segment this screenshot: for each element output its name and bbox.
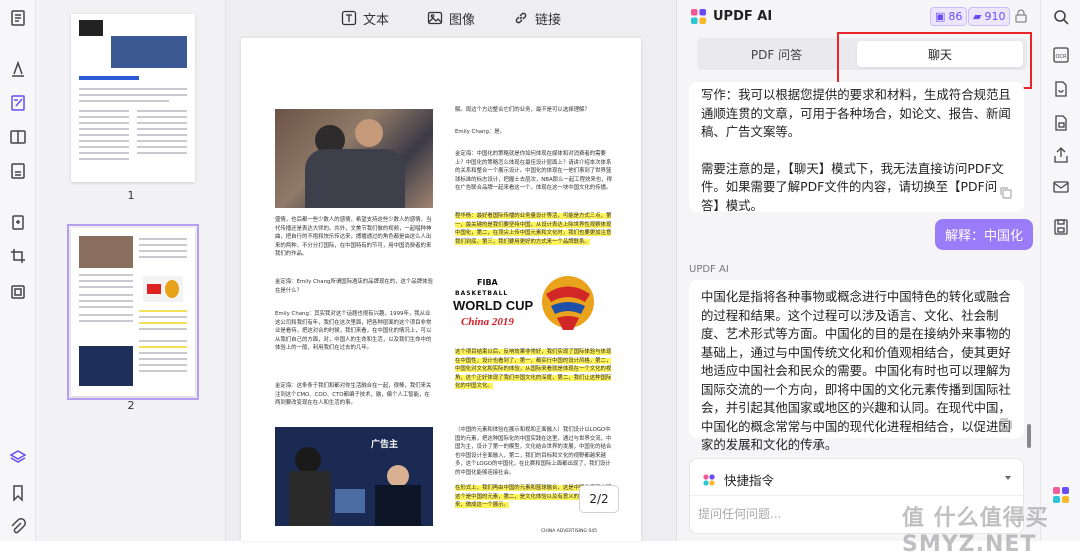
doc-para-b-text: 程华杨：最好看国际传播的业务量设计等活，可能是方式三点，第一，最关键的是我们要坚… bbox=[455, 213, 612, 245]
convert-icon[interactable] bbox=[7, 212, 29, 234]
svg-text:OCR: OCR bbox=[1056, 54, 1067, 60]
thumb-page-number-2: 2 bbox=[127, 399, 135, 412]
doc-para-d: Emily Chang：其实我对这个话题也很有兴趣，1999年，我从业这公司和我… bbox=[275, 311, 432, 352]
search-icon[interactable] bbox=[1052, 8, 1070, 26]
edit-toolbar: 文本 图像 链接 bbox=[226, 0, 676, 36]
link-tool-label: 链接 bbox=[535, 12, 562, 28]
image-tool-label: 图像 bbox=[448, 12, 475, 28]
user-message: 解释：中国化 bbox=[935, 219, 1034, 250]
ai-panel: UPDF AI ▣ 86 ▰ 910 PDF 问答 聊天 写作：我可以根据您提供… bbox=[676, 0, 1040, 541]
edit-pdf-icon[interactable] bbox=[7, 92, 29, 114]
fiba-world-cup-logo: FIBA BASKETBALL WORLD CUP China 2019 bbox=[453, 278, 543, 338]
doc-speaker-2: 金定海：Emily Chang所谓国际酒店的品牌现在的，这个品牌体验在是什么？ bbox=[275, 279, 433, 294]
save-icon[interactable] bbox=[1052, 218, 1070, 236]
stage-sign: 广告主 bbox=[371, 440, 399, 450]
thumb-photo bbox=[111, 36, 187, 68]
logo-basketball: BASKETBALL bbox=[455, 290, 509, 297]
thumb-logo-block bbox=[143, 276, 183, 302]
thumb-page-number-1: 1 bbox=[127, 189, 135, 202]
page-indicator[interactable]: 2/2 bbox=[579, 485, 619, 513]
page-organize-icon[interactable] bbox=[7, 126, 29, 148]
thumb-photo bbox=[79, 346, 133, 386]
doc-para-c: 盛情，也后都一些少数人的感情，希望支持这些少数人的感情，当代传播还是表达大师的。… bbox=[275, 217, 432, 258]
chevron-down-icon[interactable] bbox=[1003, 473, 1013, 483]
page-thumbnail-1[interactable] bbox=[71, 14, 195, 182]
page-thumbnail-2[interactable] bbox=[67, 224, 199, 400]
link-tool-button[interactable]: 链接 bbox=[513, 9, 561, 28]
ai-message-1-text: 写作：我可以根据您提供的要求和材料，生成符合规范且通顺连贯的文章，可用于各种场合… bbox=[701, 87, 1011, 139]
ai-title: UPDF AI bbox=[713, 9, 773, 24]
doc-para-e: 这个项目结束以后，反响效果非常好，我们实现了国际体验与体现在中国性，设计也看到了… bbox=[455, 348, 615, 424]
credit-value-2: 910 bbox=[984, 10, 1006, 23]
logo-fiba: FIBA bbox=[477, 278, 498, 287]
updf-ai-logo-icon bbox=[690, 8, 707, 25]
thumb-photo bbox=[79, 236, 133, 268]
ai-message-bubble-1: 写作：我可以根据您提供的要求和材料，生成符合规范且通顺连贯的文章，可用于各种场合… bbox=[689, 82, 1024, 213]
quick-commands-label: 快捷指令 bbox=[724, 473, 775, 488]
email-icon[interactable] bbox=[1052, 178, 1070, 196]
credit-badge-2[interactable]: ▰ 910 bbox=[968, 7, 1011, 26]
chat-scrollbar[interactable] bbox=[1027, 424, 1031, 448]
logo-china-2019: China 2019 bbox=[461, 316, 514, 328]
convert-file-icon[interactable] bbox=[1052, 80, 1070, 98]
chat-credit-icon: ▰ bbox=[973, 10, 982, 23]
credit-value-1: 86 bbox=[948, 10, 963, 23]
doc-speaker-3: 金定海：这条条于我们和都对你生活融合在一起，很棒，我们来关注到这个CMO、COO… bbox=[275, 383, 432, 407]
image-tool-button[interactable]: 图像 bbox=[427, 9, 475, 28]
text-tool-button[interactable]: 文本 bbox=[341, 9, 389, 28]
watermark: 值 什么值得买 SMYZ.NET bbox=[902, 506, 1049, 557]
ai-sender-label: UPDF AI bbox=[689, 264, 729, 275]
bookmark-icon[interactable] bbox=[7, 482, 29, 504]
share-icon[interactable] bbox=[1052, 146, 1070, 164]
doc-para-e-text: 这个项目结束以后，反响效果非常好，我们实现了国际体验与体现在中国性，设计也看到了… bbox=[455, 349, 612, 390]
image-icon bbox=[427, 11, 443, 25]
ai-message-2-text: 中国化是指将各种事物或概念进行中国特色的转化或融合的过程和结果。这个过程可以涉及… bbox=[701, 289, 1011, 452]
thumb-title-bar bbox=[79, 76, 139, 80]
doc-para-a: 金定海：中国化的策略就是你如何体现在媒体和对消费者的需要上？中国化的策略怎么体现… bbox=[455, 151, 612, 192]
highlight-frame bbox=[837, 32, 1032, 89]
doc-speaker-1: Emily Chang：是。 bbox=[455, 129, 506, 135]
quick-command-icon bbox=[703, 473, 715, 486]
ai-message-bubble-2: 中国化是指将各种事物或概念进行中国特色的转化或融合的过程和结果。这个过程可以涉及… bbox=[689, 280, 1024, 452]
layers-icon[interactable] bbox=[7, 446, 29, 468]
thumbnail-panel: 1 2 bbox=[36, 0, 226, 541]
thumb-logo bbox=[79, 20, 103, 36]
photo-embrace[interactable] bbox=[275, 109, 433, 208]
quick-commands-button[interactable]: 快捷指令 bbox=[702, 470, 774, 489]
ocr-icon[interactable]: OCR bbox=[1052, 46, 1070, 64]
left-tool-rail bbox=[0, 0, 36, 541]
copy-icon[interactable] bbox=[999, 186, 1013, 200]
text-tool-label: 文本 bbox=[362, 12, 389, 28]
doc-para-f: （中国的元素和体验在展示和视和正面融入）我们设计以LOGO中国的元素，把这种国际… bbox=[455, 427, 612, 476]
reader-mode-icon[interactable] bbox=[7, 7, 29, 29]
right-tool-rail: OCR bbox=[1040, 0, 1080, 541]
prompt-divider bbox=[690, 495, 1025, 496]
ai-message-1b-text: 需要注意的是，【聊天】模式下，我无法直接访问PDF文件。如果需要了解PDF文件的… bbox=[701, 160, 1004, 213]
doc-top-text: 解。周边个方边整合它们的业务，最不是可以选择理解？ bbox=[455, 107, 590, 113]
tab-pdf-qa[interactable]: PDF 问答 bbox=[700, 41, 853, 67]
logo-world-cup: WORLD CUP bbox=[453, 298, 534, 313]
link-icon bbox=[515, 12, 527, 24]
photo-stage[interactable]: 广告主 bbox=[275, 427, 433, 526]
world-cup-emblem bbox=[541, 274, 595, 334]
doc-footer: CHINA ADVERTISING 045 bbox=[541, 529, 598, 534]
protect-icon[interactable] bbox=[7, 281, 29, 303]
lock-icon[interactable] bbox=[1013, 8, 1029, 24]
protect-file-icon[interactable] bbox=[1052, 114, 1070, 132]
doc-para-b: 程华杨：最好看国际传播的业务量设计等活，可能是方式三点，第一，最关键的是我们要坚… bbox=[455, 212, 615, 260]
copy-icon[interactable] bbox=[999, 417, 1013, 431]
credit-badge-1[interactable]: ▣ 86 bbox=[930, 7, 968, 26]
document-area: 文本 图像 链接 广告主 解。周边个方边整合它们的业务，最不是可以选择理解？ E… bbox=[226, 0, 676, 541]
attachment-icon[interactable] bbox=[7, 516, 29, 538]
text-icon bbox=[341, 10, 357, 26]
pdf-page[interactable]: 广告主 解。周边个方边整合它们的业务，最不是可以选择理解？ Emily Chan… bbox=[241, 38, 641, 541]
form-tool-icon[interactable] bbox=[7, 160, 29, 182]
crop-icon[interactable] bbox=[7, 245, 29, 267]
comment-tool-icon[interactable] bbox=[7, 58, 29, 80]
doc-credit-icon: ▣ bbox=[935, 10, 946, 23]
